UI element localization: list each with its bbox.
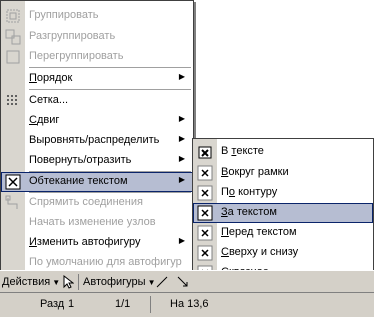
menu-item-label: В тексте: [221, 145, 264, 157]
status-separator: [150, 296, 151, 313]
line-icon: [156, 276, 168, 288]
status-bar: Разд 1 1/1 На 13,6: [0, 292, 374, 317]
menu-item-align-distribute[interactable]: Выровнять/распределить ▶: [1, 131, 193, 151]
submenu-arrow-icon: ▶: [178, 134, 185, 143]
wrap-top-bottom[interactable]: Сверху и снизу: [193, 243, 373, 263]
top-bottom-wrap-icon: [197, 245, 213, 261]
menu-item-label: За текстом: [221, 206, 277, 218]
submenu-arrow-icon: ▶: [178, 72, 185, 81]
autoshapes-menu-button[interactable]: Автофигуры ▼: [83, 273, 156, 291]
menu-item-label: Сетка...: [29, 94, 69, 106]
text-wrap-icon: [5, 174, 21, 190]
arrow-icon: [177, 276, 188, 287]
in-line-wrap-icon: [197, 144, 213, 160]
menu-item-group: Группировать: [1, 6, 193, 26]
menu-item-label: По умолчанию для автофигур: [29, 256, 182, 268]
drawing-toolbar: Действия ▼ Автофигуры ▼: [0, 270, 374, 293]
regroup-icon: [5, 49, 21, 65]
select-objects-button[interactable]: [60, 273, 76, 291]
ungroup-icon: [5, 29, 21, 45]
menu-item-label: Сверху и снизу: [221, 246, 299, 258]
grid-icon: [5, 93, 21, 109]
menu-separator: [29, 89, 191, 90]
menu-item-straighten-connectors: Спрямить соединения: [1, 193, 193, 213]
menu-item-label: Перед текстом: [221, 226, 297, 238]
submenu-arrow-icon: ▶: [178, 236, 185, 245]
submenu-arrow-icon: ▶: [178, 175, 185, 184]
in-front-of-text-icon: [197, 225, 213, 241]
select-pointer-icon: [63, 275, 74, 289]
wrap-square[interactable]: Вокруг рамки: [193, 163, 373, 183]
straighten-connectors-icon: [5, 195, 21, 211]
menu-item-order[interactable]: Порядок ▶: [1, 69, 193, 89]
wrap-in-line[interactable]: В тексте: [193, 142, 373, 162]
menu-item-text-wrapping[interactable]: Обтекание текстом ▶: [1, 172, 193, 192]
menu-item-label: Спрямить соединения: [29, 196, 143, 208]
menu-item-change-autoshape[interactable]: Изменить автофигуру ▶: [1, 233, 193, 253]
square-wrap-icon: [197, 165, 213, 181]
behind-text-icon: [197, 205, 213, 221]
actions-menu: Группировать Разгруппировать Перегруппир…: [0, 0, 194, 272]
dropdown-arrow-icon: ▼: [52, 277, 61, 287]
menu-item-grid[interactable]: Сетка...: [1, 91, 193, 111]
menu-item-label: Сдвиг: [29, 114, 60, 126]
status-section-number: 1: [68, 298, 75, 310]
wrap-in-front-of-text[interactable]: Перед текстом: [193, 223, 373, 243]
arrow-tool-button[interactable]: [176, 273, 192, 291]
actions-label: Действия: [2, 276, 51, 288]
menu-item-regroup: Перегруппировать: [1, 47, 193, 67]
menu-separator: [29, 67, 191, 68]
menu-item-label: Перегруппировать: [29, 50, 124, 62]
status-position: На 13,6: [170, 298, 209, 310]
wrap-tight[interactable]: По контуру: [193, 183, 373, 203]
status-page: 1/1: [115, 298, 131, 310]
menu-item-label: Выровнять/распределить: [29, 134, 160, 146]
group-icon: [5, 8, 21, 24]
document-area: [193, 0, 374, 130]
menu-item-label: Изменить автофигуру: [29, 236, 141, 248]
menu-item-edit-points: Начать изменение узлов: [1, 213, 193, 233]
menu-item-label: Начать изменение узлов: [29, 216, 156, 228]
submenu-arrow-icon: ▶: [178, 114, 185, 123]
menu-item-label: Вокруг рамки: [221, 166, 289, 178]
menu-item-label: Порядок: [29, 72, 73, 84]
tight-wrap-icon: [197, 185, 213, 201]
wrap-behind-text[interactable]: За текстом: [193, 203, 373, 223]
autoshapes-label: Автофигуры: [83, 276, 146, 288]
menu-item-label: Группировать: [29, 9, 99, 21]
actions-menu-button[interactable]: Действия ▼: [2, 273, 60, 291]
toolbar-separator: [78, 274, 79, 290]
menu-item-label: По контуру: [221, 186, 278, 198]
menu-item-nudge[interactable]: Сдвиг ▶: [1, 111, 193, 131]
line-tool-button[interactable]: [155, 273, 171, 291]
status-section-label: Разд: [40, 298, 65, 310]
submenu-arrow-icon: ▶: [178, 154, 185, 163]
menu-item-label: Разгруппировать: [29, 30, 116, 42]
menu-item-label: Повернуть/отразить: [29, 154, 132, 166]
menu-item-label: Обтекание текстом: [29, 175, 128, 187]
menu-item-rotate-flip[interactable]: Повернуть/отразить ▶: [1, 151, 193, 171]
menu-item-ungroup: Разгруппировать: [1, 27, 193, 47]
